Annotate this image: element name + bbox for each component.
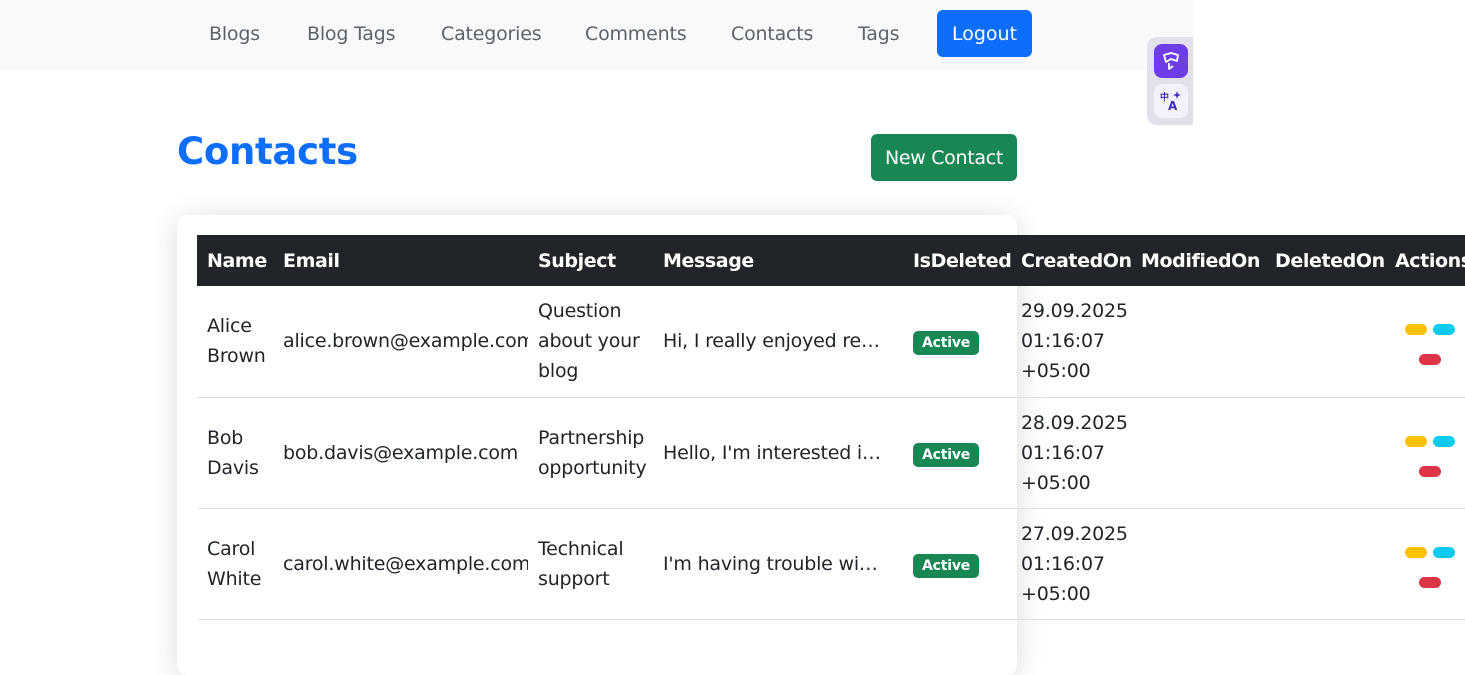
cell-deletedon bbox=[1265, 508, 1385, 619]
cell-message: Hello, I'm interested in c... bbox=[663, 441, 903, 464]
delete-button[interactable] bbox=[1419, 354, 1441, 366]
status-badge: Active bbox=[913, 331, 980, 356]
column-header-actions: Actions bbox=[1395, 249, 1465, 272]
nav-link-blogs[interactable]: Blogs bbox=[209, 23, 260, 45]
cell-deletedon bbox=[1265, 286, 1385, 397]
cell-email: bob.davis@example.com bbox=[283, 441, 519, 464]
edit-button[interactable] bbox=[1405, 435, 1427, 447]
column-header-email: Email bbox=[283, 249, 340, 272]
details-button[interactable] bbox=[1433, 435, 1455, 447]
page-title: Contacts bbox=[177, 130, 358, 173]
cell-email: carol.white@example.com bbox=[283, 552, 528, 575]
cell-email: alice.brown@example.com bbox=[283, 330, 528, 353]
cell-deletedon bbox=[1265, 397, 1385, 508]
edit-button[interactable] bbox=[1405, 546, 1427, 558]
status-badge: Active bbox=[913, 553, 980, 578]
cell-modifiedon bbox=[1131, 397, 1265, 508]
delete-button[interactable] bbox=[1419, 576, 1441, 588]
cell-message: I'm having trouble with ... bbox=[663, 552, 902, 575]
nav-link-comments[interactable]: Comments bbox=[585, 23, 687, 45]
table-row: Carol White carol.white@example.com Tech… bbox=[197, 508, 1465, 619]
cell-actions bbox=[1385, 286, 1465, 397]
column-header-isdeleted: IsDeleted bbox=[913, 249, 1011, 272]
details-button[interactable] bbox=[1433, 324, 1455, 336]
cell-createdon: 28.09.2025 01:16:07 +05:00 bbox=[1021, 411, 1128, 494]
cell-actions bbox=[1385, 508, 1465, 619]
cell-name: Carol White bbox=[207, 537, 262, 590]
column-header-modifiedon: ModifiedOn bbox=[1141, 249, 1261, 272]
nav-link-contacts[interactable]: Contacts bbox=[731, 23, 813, 45]
status-badge: Active bbox=[913, 442, 980, 467]
cell-isdeleted: Active bbox=[903, 508, 1011, 619]
cell-subject: Partnership opportunity bbox=[538, 426, 647, 479]
cell-subject: Technical support bbox=[538, 537, 624, 590]
cell-isdeleted: Active bbox=[903, 397, 1011, 508]
edit-button[interactable] bbox=[1405, 324, 1427, 336]
cell-actions bbox=[1385, 397, 1465, 508]
cell-modifiedon bbox=[1131, 508, 1265, 619]
delete-button[interactable] bbox=[1419, 465, 1441, 477]
cell-isdeleted: Active bbox=[903, 286, 1011, 397]
row-actions bbox=[1395, 428, 1465, 478]
nav-link-blog-tags[interactable]: Blog Tags bbox=[307, 23, 396, 45]
svg-text:A: A bbox=[1168, 99, 1178, 113]
new-contact-button[interactable]: New Contact bbox=[871, 134, 1017, 181]
logout-button[interactable]: Logout bbox=[937, 10, 1032, 57]
cell-message: Hi, I really enjoyed readi... bbox=[663, 330, 903, 353]
column-header-createdon: CreatedOn bbox=[1021, 249, 1131, 272]
cell-name: Bob Davis bbox=[207, 426, 259, 479]
screenshot-icon[interactable] bbox=[1154, 44, 1188, 78]
cell-subject: Question about your blog bbox=[538, 300, 640, 383]
navbar: Blogs Blog Tags Categories Comments Cont… bbox=[0, 0, 1193, 70]
column-header-subject: Subject bbox=[538, 249, 616, 272]
contacts-table: Name Email Subject Message IsDeleted Cre… bbox=[197, 235, 1465, 620]
nav-link-tags[interactable]: Tags bbox=[858, 23, 899, 45]
details-button[interactable] bbox=[1433, 546, 1455, 558]
column-header-deletedon: DeletedOn bbox=[1275, 249, 1385, 272]
column-header-message: Message bbox=[663, 249, 754, 272]
cell-createdon: 29.09.2025 01:16:07 +05:00 bbox=[1021, 300, 1128, 383]
table-row: Bob Davis bob.davis@example.com Partners… bbox=[197, 397, 1465, 508]
row-actions bbox=[1395, 316, 1465, 366]
cell-name: Alice Brown bbox=[207, 315, 266, 368]
column-header-name: Name bbox=[207, 249, 267, 272]
nav-link-categories[interactable]: Categories bbox=[441, 23, 542, 45]
translate-icon[interactable]: 中 A bbox=[1154, 84, 1188, 118]
table-header-row: Name Email Subject Message IsDeleted Cre… bbox=[197, 235, 1465, 286]
cell-createdon: 27.09.2025 01:16:07 +05:00 bbox=[1021, 522, 1128, 605]
cell-modifiedon bbox=[1131, 286, 1265, 397]
row-actions bbox=[1395, 539, 1465, 589]
table-row: Alice Brown alice.brown@example.com Ques… bbox=[197, 286, 1465, 397]
extension-panel: 中 A bbox=[1147, 37, 1193, 125]
